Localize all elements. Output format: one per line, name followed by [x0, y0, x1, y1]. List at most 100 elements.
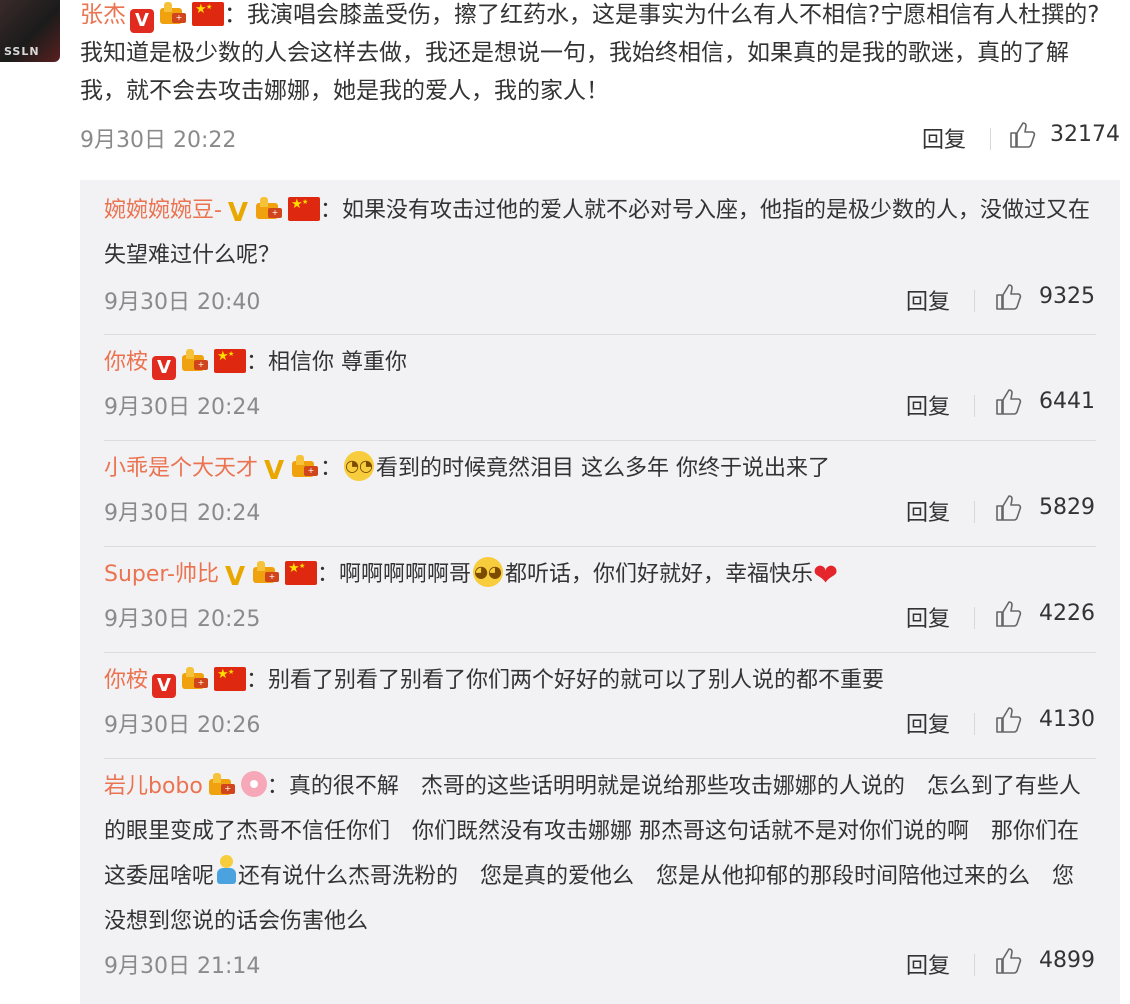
reply-meta: 9月30日 21:14 回复 4899: [104, 948, 1096, 982]
like-count: 4130: [1039, 707, 1095, 732]
reply-text-block: 婉婉婉婉豆- V + ★ ★ ：如果没有攻击过他的爱人就不必对号入座，他指的是极少数的人，…: [104, 188, 1096, 278]
like-count: 6441: [1039, 389, 1095, 414]
reply-text: 看到的时候竟然泪目 这么多年 你终于说出来了: [376, 456, 831, 481]
divider-line: [104, 652, 1096, 653]
main-comment: 张杰 V + ★ ★ ：我演唱会膝盖受伤，擦了红药水，这是事实为什么有人不相信?宁愿相信有…: [80, 0, 1120, 156]
thumb-up-icon[interactable]: [994, 705, 1024, 735]
comment-time: 9月30日 20:24: [104, 395, 261, 420]
separator: ：: [266, 774, 289, 799]
reply-username[interactable]: 岩儿bobo: [104, 774, 203, 799]
reply-button[interactable]: 回复: [906, 707, 950, 739]
main-comment-text-block: 张杰 V + ★ ★ ：我演唱会膝盖受伤，擦了红药水，这是事实为什么有人不相信?宁愿相信有…: [80, 0, 1120, 110]
main-comment-meta: 9月30日 20:22 回复 32174: [80, 122, 1120, 156]
avatar-text: SSLN: [4, 45, 40, 58]
crown-level-icon: +: [180, 347, 210, 373]
reply-button[interactable]: 回复: [906, 389, 950, 421]
emoji-icon: ◔◔: [344, 451, 375, 481]
divider-line: [104, 546, 1096, 547]
reply-text-block: 你桉 V + ★ ★ ：别看了别看了别看了你们两个好好的就可以了别人说的都不重要: [104, 658, 1096, 703]
crown-level-icon: +: [207, 771, 237, 797]
china-flag-icon: ★ ★: [192, 2, 224, 26]
verified-v-icon: V: [152, 674, 177, 698]
reply-text-block: 小乖是个大天才 V +： ◔◔ 看到的时候竟然泪目 这么多年 你终于说出来了: [104, 446, 1096, 491]
reply-button[interactable]: 回复: [906, 601, 950, 633]
like-count: 4899: [1039, 948, 1095, 973]
reply-item: Super-帅比 V + ★ ★ ：啊啊啊啊啊哥 ◕◕ 都听话，你们好就好，幸福快乐❤ 9月3…: [104, 552, 1096, 653]
comment-time: 9月30日 20:26: [104, 713, 261, 738]
reply-item: 小乖是个大天才 V +： ◔◔ 看到的时候竟然泪目 这么多年 你终于说出来了 9月30日…: [104, 446, 1096, 547]
crown-level-icon: +: [290, 453, 320, 479]
reply-text: 相信你 尊重你: [268, 350, 408, 375]
reply-meta: 9月30日 20:26 回复 4130: [104, 707, 1096, 741]
reply-button[interactable]: 回复: [906, 948, 950, 980]
comment-time: 9月30日 20:24: [104, 501, 261, 526]
reply-text: 别看了别看了别看了你们两个好好的就可以了别人说的都不重要: [268, 668, 885, 693]
reply-item: 你桉 V + ★ ★ ：别看了别看了别看了你们两个好好的就可以了别人说的都不重要 9月30…: [104, 658, 1096, 759]
thumb-up-icon[interactable]: [1008, 120, 1038, 150]
china-flag-icon: ★ ★: [285, 561, 317, 585]
crown-level-icon: +: [180, 665, 210, 691]
reply-item: 岩儿bobo + ：真的很不解 杰哥的这些话明明就是说给那些攻击娜娜的人说的 怎么到…: [104, 764, 1096, 982]
reply-meta: 9月30日 20:24 回复 5829: [104, 495, 1096, 529]
main-comment-username[interactable]: 张杰: [80, 2, 126, 28]
reply-meta: 9月30日 20:25 回复 4226: [104, 601, 1096, 635]
divider-line: [104, 334, 1096, 335]
divider: [974, 713, 975, 735]
comment-time: 9月30日 20:40: [104, 290, 261, 315]
reply-button[interactable]: 回复: [922, 122, 966, 154]
thumb-up-icon[interactable]: [994, 387, 1024, 417]
divider: [974, 607, 975, 629]
reply-item: 你桉 V + ★ ★ ：相信你 尊重你 9月30日 20:24 回复 6441: [104, 340, 1096, 441]
separator: ：: [246, 350, 269, 375]
divider-line: [104, 440, 1096, 441]
divider: [974, 290, 975, 312]
separator: ：: [320, 456, 343, 481]
thumb-up-icon[interactable]: [994, 599, 1024, 629]
emoji-icon: [214, 855, 238, 889]
reply-text-b: 还有说什么杰哥洗粉的 您是真的爱他么 您是从他抑郁的那段时间陪他过来的么 您没想…: [104, 864, 1075, 934]
comment-time: 9月30日 21:14: [104, 954, 261, 979]
thumb-up-icon[interactable]: [994, 493, 1024, 523]
reply-text-block: Super-帅比 V + ★ ★ ：啊啊啊啊啊哥 ◕◕ 都听话，你们好就好，幸福快乐❤: [104, 552, 1096, 597]
emoji-icon: ◕◕: [473, 557, 504, 587]
reply-text-b: 都听话，你们好就好，幸福快乐: [505, 562, 814, 587]
divider: [974, 395, 975, 417]
reply-button[interactable]: 回复: [906, 284, 950, 316]
reply-username[interactable]: 你桉: [104, 350, 148, 375]
reply-meta: 9月30日 20:40 回复 9325: [104, 284, 1096, 318]
thumb-up-icon[interactable]: [994, 282, 1024, 312]
divider: [990, 128, 991, 150]
reply-text: 如果没有攻击过他的爱人就不必对号入座，他指的是极少数的人，没做过又在失望难过什么…: [104, 198, 1090, 268]
avatar[interactable]: SSLN: [0, 0, 60, 62]
reply-meta: 9月30日 20:24 回复 6441: [104, 389, 1096, 423]
verified-v-icon: V: [227, 198, 249, 228]
thumb-up-icon[interactable]: [994, 946, 1024, 976]
reply-item: 婉婉婉婉豆- V + ★ ★ ：如果没有攻击过他的爱人就不必对号入座，他指的是极少数的人，…: [104, 188, 1096, 335]
donut-icon: [240, 771, 267, 797]
reply-username[interactable]: 婉婉婉婉豆-: [104, 198, 222, 223]
replies-panel: 婉婉婉婉豆- V + ★ ★ ：如果没有攻击过他的爱人就不必对号入座，他指的是极少数的人，…: [80, 180, 1120, 1004]
verified-v-icon: V: [224, 562, 246, 592]
verified-v-icon: V: [263, 456, 285, 486]
comment-time: 9月30日 20:25: [104, 607, 261, 632]
reply-username[interactable]: 你桉: [104, 668, 148, 693]
separator: ：: [317, 562, 340, 587]
divider-line: [104, 758, 1096, 759]
crown-level-icon: +: [254, 195, 284, 221]
like-count: 32174: [1050, 122, 1120, 147]
separator: ：: [224, 2, 247, 28]
divider: [974, 954, 975, 976]
like-count: 5829: [1039, 495, 1095, 520]
separator: ：: [319, 198, 342, 223]
like-count: 9325: [1039, 284, 1095, 309]
china-flag-icon: ★ ★: [214, 667, 247, 691]
reply-button[interactable]: 回复: [906, 495, 950, 527]
like-count: 4226: [1039, 601, 1095, 626]
divider: [974, 501, 975, 523]
reply-username[interactable]: 小乖是个大天才: [104, 456, 258, 481]
heart-icon: ❤: [813, 558, 839, 593]
separator: ：: [246, 668, 269, 693]
verified-v-icon: V: [152, 356, 177, 380]
verified-v-icon: V: [130, 9, 154, 33]
reply-username[interactable]: Super-帅比: [104, 562, 219, 587]
